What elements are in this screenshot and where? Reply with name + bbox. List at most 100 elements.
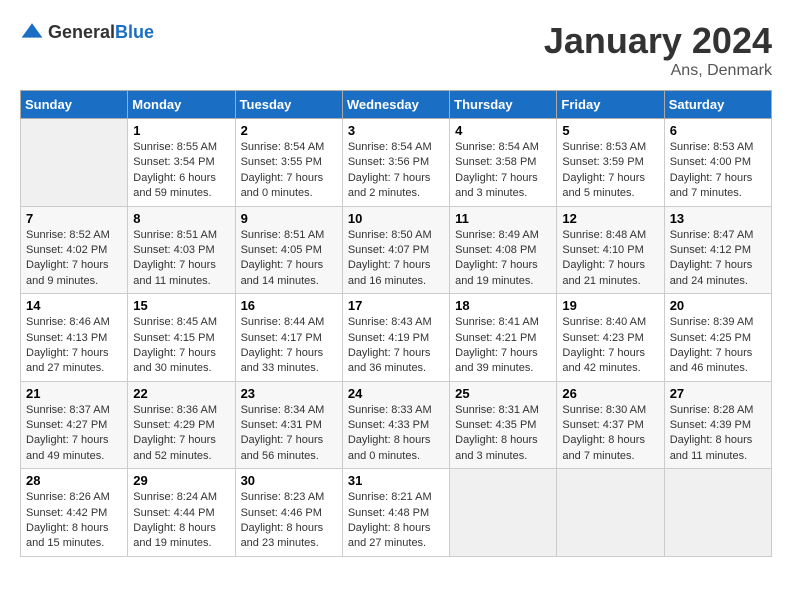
calendar-cell: 3 Sunrise: 8:54 AMSunset: 3:56 PMDaylight… — [342, 119, 449, 207]
day-info: Sunrise: 8:54 AMSunset: 3:56 PMDaylight:… — [348, 140, 444, 202]
day-info: Sunrise: 8:26 AMSunset: 4:42 PMDaylight:… — [26, 490, 122, 552]
calendar-cell: 17 Sunrise: 8:43 AMSunset: 4:19 PMDayligh… — [342, 294, 449, 382]
calendar-cell: 6 Sunrise: 8:53 AMSunset: 4:00 PMDaylight… — [664, 119, 771, 207]
logo-text-blue: Blue — [115, 22, 154, 42]
day-info: Sunrise: 8:43 AMSunset: 4:19 PMDaylight:… — [348, 315, 444, 377]
day-number: 4 — [455, 123, 551, 138]
month-title: January 2024 — [544, 20, 772, 62]
calendar-cell: 8 Sunrise: 8:51 AMSunset: 4:03 PMDaylight… — [128, 206, 235, 294]
day-info: Sunrise: 8:48 AMSunset: 4:10 PMDaylight:… — [562, 228, 658, 290]
logo-text-general: General — [48, 22, 115, 42]
day-number: 28 — [26, 473, 122, 488]
calendar-cell: 11 Sunrise: 8:49 AMSunset: 4:08 PMDayligh… — [450, 206, 557, 294]
calendar-table: SundayMondayTuesdayWednesdayThursdayFrid… — [20, 90, 772, 557]
day-number: 31 — [348, 473, 444, 488]
day-number: 17 — [348, 298, 444, 313]
day-number: 3 — [348, 123, 444, 138]
calendar-cell: 7 Sunrise: 8:52 AMSunset: 4:02 PMDaylight… — [21, 206, 128, 294]
day-number: 20 — [670, 298, 766, 313]
calendar-cell: 30Sunrise: 8:23 AMSunset: 4:46 PMDayligh… — [235, 469, 342, 557]
day-info: Sunrise: 8:41 AMSunset: 4:21 PMDaylight:… — [455, 315, 551, 377]
day-number: 10 — [348, 211, 444, 226]
title-section: January 2024 Ans, Denmark — [544, 20, 772, 80]
day-number: 27 — [670, 386, 766, 401]
calendar-cell: 13 Sunrise: 8:47 AMSunset: 4:12 PMDayligh… — [664, 206, 771, 294]
day-info: Sunrise: 8:50 AMSunset: 4:07 PMDaylight:… — [348, 228, 444, 290]
day-number: 13 — [670, 211, 766, 226]
calendar-cell: 24 Sunrise: 8:33 AMSunset: 4:33 PMDayligh… — [342, 381, 449, 469]
day-number: 19 — [562, 298, 658, 313]
day-info: Sunrise: 8:52 AMSunset: 4:02 PMDaylight:… — [26, 228, 122, 290]
day-number: 15 — [133, 298, 229, 313]
page-header: GeneralBlue January 2024 Ans, Denmark — [20, 20, 772, 80]
day-number: 23 — [241, 386, 337, 401]
day-number: 6 — [670, 123, 766, 138]
day-info: Sunrise: 8:54 AMSunset: 3:55 PMDaylight:… — [241, 140, 337, 202]
calendar-cell — [21, 119, 128, 207]
calendar-cell: 14Sunrise: 8:46 AMSunset: 4:13 PMDayligh… — [21, 294, 128, 382]
day-info: Sunrise: 8:54 AMSunset: 3:58 PMDaylight:… — [455, 140, 551, 202]
calendar-cell: 23 Sunrise: 8:34 AMSunset: 4:31 PMDayligh… — [235, 381, 342, 469]
day-info: Sunrise: 8:53 AMSunset: 4:00 PMDaylight:… — [670, 140, 766, 202]
calendar-cell: 27 Sunrise: 8:28 AMSunset: 4:39 PMDayligh… — [664, 381, 771, 469]
calendar-header-row: SundayMondayTuesdayWednesdayThursdayFrid… — [21, 91, 772, 119]
day-number: 29 — [133, 473, 229, 488]
calendar-cell: 20Sunrise: 8:39 AMSunset: 4:25 PMDayligh… — [664, 294, 771, 382]
day-info: Sunrise: 8:31 AMSunset: 4:35 PMDaylight:… — [455, 403, 551, 465]
day-number: 21 — [26, 386, 122, 401]
day-info: Sunrise: 8:28 AMSunset: 4:39 PMDaylight:… — [670, 403, 766, 465]
calendar-cell: 9 Sunrise: 8:51 AMSunset: 4:05 PMDaylight… — [235, 206, 342, 294]
day-info: Sunrise: 8:45 AMSunset: 4:15 PMDaylight:… — [133, 315, 229, 377]
day-info: Sunrise: 8:37 AMSunset: 4:27 PMDaylight:… — [26, 403, 122, 465]
calendar-cell: 15 Sunrise: 8:45 AMSunset: 4:15 PMDayligh… — [128, 294, 235, 382]
day-info: Sunrise: 8:34 AMSunset: 4:31 PMDaylight:… — [241, 403, 337, 465]
weekday-header: Monday — [128, 91, 235, 119]
weekday-header: Wednesday — [342, 91, 449, 119]
day-number: 22 — [133, 386, 229, 401]
day-number: 8 — [133, 211, 229, 226]
day-number: 5 — [562, 123, 658, 138]
day-info: Sunrise: 8:44 AMSunset: 4:17 PMDaylight:… — [241, 315, 337, 377]
calendar-cell: 12Sunrise: 8:48 AMSunset: 4:10 PMDayligh… — [557, 206, 664, 294]
day-info: Sunrise: 8:55 AMSunset: 3:54 PMDaylight:… — [133, 140, 229, 202]
day-info: Sunrise: 8:51 AMSunset: 4:05 PMDaylight:… — [241, 228, 337, 290]
day-info: Sunrise: 8:40 AMSunset: 4:23 PMDaylight:… — [562, 315, 658, 377]
calendar-cell: 26Sunrise: 8:30 AMSunset: 4:37 PMDayligh… — [557, 381, 664, 469]
day-info: Sunrise: 8:51 AMSunset: 4:03 PMDaylight:… — [133, 228, 229, 290]
calendar-cell: 2 Sunrise: 8:54 AMSunset: 3:55 PMDaylight… — [235, 119, 342, 207]
logo-icon — [20, 20, 44, 44]
day-number: 11 — [455, 211, 551, 226]
calendar-cell: 22 Sunrise: 8:36 AMSunset: 4:29 PMDayligh… — [128, 381, 235, 469]
calendar-cell: 29 Sunrise: 8:24 AMSunset: 4:44 PMDayligh… — [128, 469, 235, 557]
calendar-cell: 18Sunrise: 8:41 AMSunset: 4:21 PMDayligh… — [450, 294, 557, 382]
day-number: 9 — [241, 211, 337, 226]
weekday-header: Thursday — [450, 91, 557, 119]
day-info: Sunrise: 8:33 AMSunset: 4:33 PMDaylight:… — [348, 403, 444, 465]
day-number: 1 — [133, 123, 229, 138]
day-info: Sunrise: 8:46 AMSunset: 4:13 PMDaylight:… — [26, 315, 122, 377]
calendar-cell — [557, 469, 664, 557]
day-info: Sunrise: 8:36 AMSunset: 4:29 PMDaylight:… — [133, 403, 229, 465]
day-info: Sunrise: 8:47 AMSunset: 4:12 PMDaylight:… — [670, 228, 766, 290]
calendar-cell: 19 Sunrise: 8:40 AMSunset: 4:23 PMDayligh… — [557, 294, 664, 382]
day-info: Sunrise: 8:49 AMSunset: 4:08 PMDaylight:… — [455, 228, 551, 290]
day-number: 24 — [348, 386, 444, 401]
day-info: Sunrise: 8:30 AMSunset: 4:37 PMDaylight:… — [562, 403, 658, 465]
calendar-cell — [664, 469, 771, 557]
day-number: 16 — [241, 298, 337, 313]
day-info: Sunrise: 8:21 AMSunset: 4:48 PMDaylight:… — [348, 490, 444, 552]
calendar-cell: 31 Sunrise: 8:21 AMSunset: 4:48 PMDayligh… — [342, 469, 449, 557]
calendar-cell: 16 Sunrise: 8:44 AMSunset: 4:17 PMDayligh… — [235, 294, 342, 382]
day-info: Sunrise: 8:24 AMSunset: 4:44 PMDaylight:… — [133, 490, 229, 552]
day-number: 2 — [241, 123, 337, 138]
weekday-header: Sunday — [21, 91, 128, 119]
calendar-cell — [450, 469, 557, 557]
calendar-week-row: 14Sunrise: 8:46 AMSunset: 4:13 PMDayligh… — [21, 294, 772, 382]
calendar-cell: 1 Sunrise: 8:55 AMSunset: 3:54 PMDaylight… — [128, 119, 235, 207]
calendar-week-row: 21 Sunrise: 8:37 AMSunset: 4:27 PMDayligh… — [21, 381, 772, 469]
calendar-cell: 5 Sunrise: 8:53 AMSunset: 3:59 PMDaylight… — [557, 119, 664, 207]
day-number: 25 — [455, 386, 551, 401]
day-number: 7 — [26, 211, 122, 226]
day-info: Sunrise: 8:53 AMSunset: 3:59 PMDaylight:… — [562, 140, 658, 202]
calendar-cell: 25 Sunrise: 8:31 AMSunset: 4:35 PMDayligh… — [450, 381, 557, 469]
